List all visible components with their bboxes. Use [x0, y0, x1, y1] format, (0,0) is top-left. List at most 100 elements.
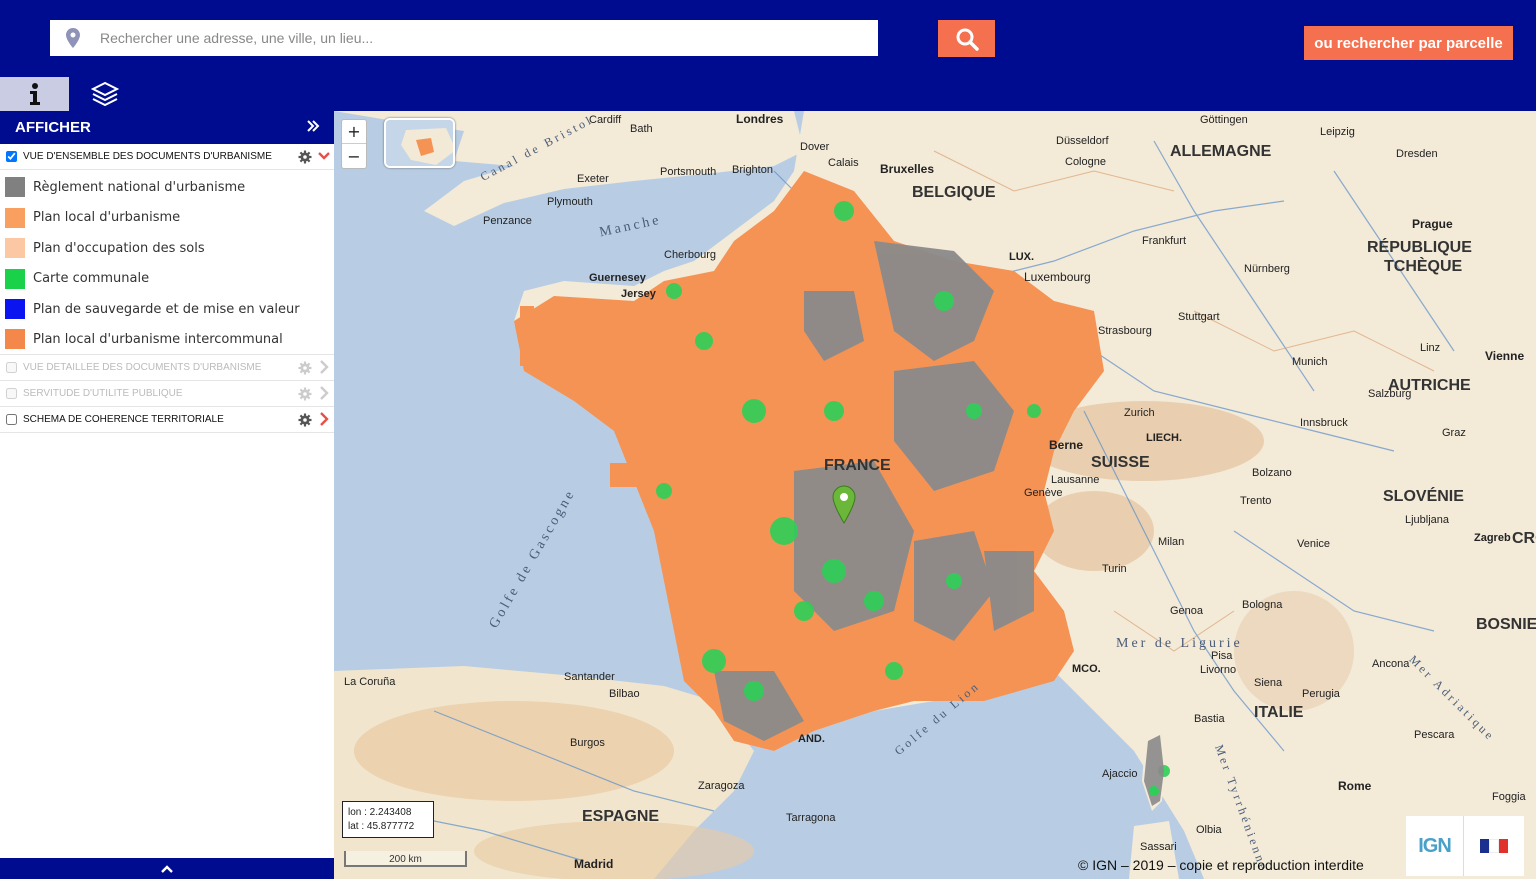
legend-label: Plan local d'urbanisme — [33, 210, 181, 226]
section-overview-checkbox[interactable] — [6, 151, 17, 162]
map-label: Lausanne — [1051, 474, 1100, 486]
coordinates-display: lon : 2.243408 lat : 45.877772 — [342, 801, 434, 838]
overview-map[interactable] — [384, 118, 455, 168]
map-label: MCO. — [1072, 663, 1101, 675]
map-label: LIECH. — [1146, 432, 1183, 444]
chevron-down-icon[interactable] — [318, 148, 330, 164]
map-label: Mer de Ligurie — [1116, 636, 1243, 651]
chevron-right-icon[interactable] — [318, 411, 330, 427]
double-chevron-right-icon[interactable] — [306, 117, 320, 138]
section-detailed-checkbox[interactable] — [6, 362, 17, 373]
map-label: RÉPUBLIQUE — [1367, 239, 1472, 256]
legend-swatch — [5, 329, 25, 350]
map-label: Foggia — [1492, 791, 1526, 803]
section-scot[interactable]: SCHEMA DE COHERENCE TERRITORIALE — [0, 407, 334, 433]
legend-swatch — [5, 238, 25, 259]
legend-item: Règlement national d'urbanisme — [0, 172, 334, 203]
sidebar-title: AFFICHER — [15, 119, 91, 136]
section-servitude[interactable]: SERVITUDE D'UTILITE PUBLIQUE — [0, 381, 334, 407]
legend-swatch — [5, 177, 25, 198]
zoom-out-button[interactable]: − — [342, 144, 366, 168]
search-icon — [956, 28, 979, 51]
map-label: Bath — [630, 123, 653, 135]
zoom-control[interactable]: + − — [341, 119, 367, 169]
map-label: Penzance — [483, 215, 532, 227]
map-label: TCHÈQUE — [1384, 258, 1463, 275]
gear-icon[interactable] — [298, 387, 312, 401]
latitude-readout: lat : 45.877772 — [348, 821, 415, 832]
ministry-logo — [1464, 816, 1524, 876]
map-label: Vienne — [1485, 349, 1525, 363]
map-label: Plymouth — [547, 196, 593, 208]
search-by-parcel-button[interactable]: ou rechercher par parcelle — [1304, 26, 1513, 60]
map-label: Zagreb — [1474, 532, 1511, 544]
legend-swatch — [5, 299, 25, 320]
chevron-right-icon[interactable] — [318, 359, 330, 375]
sidebar-collapse-bar[interactable] — [0, 858, 334, 879]
map-label: Ljubljana — [1405, 514, 1450, 526]
map-label: Madrid — [574, 857, 614, 871]
map-label: Linz — [1420, 342, 1441, 354]
map-label: Stuttgart — [1178, 311, 1220, 323]
legend-label: Plan d'occupation des sols — [33, 240, 205, 256]
search-box[interactable] — [50, 20, 878, 56]
gear-icon[interactable] — [298, 361, 312, 375]
tab-info[interactable] — [0, 77, 69, 111]
section-detailed[interactable]: VUE DETAILLEE DES DOCUMENTS D'URBANISME — [0, 355, 334, 381]
map-label: Exeter — [577, 173, 609, 185]
scale-bar: 200 km — [344, 851, 467, 867]
gear-icon[interactable] — [298, 413, 312, 427]
map-label: Burgos — [570, 737, 605, 749]
section-detailed-label: VUE DETAILLEE DES DOCUMENTS D'URBANISME — [23, 362, 262, 373]
map-label: ITALIE — [1254, 704, 1304, 721]
legend-item: Plan local d'urbanisme intercommunal — [0, 325, 334, 355]
chevron-right-icon[interactable] — [318, 385, 330, 401]
map-label: Berne — [1049, 438, 1084, 452]
map-label: Olbia — [1196, 824, 1222, 836]
map-label: Santander — [564, 671, 615, 683]
map-label: Siena — [1254, 677, 1283, 689]
map-label: Bastia — [1194, 713, 1225, 725]
map-label: La Coruña — [344, 676, 396, 688]
chevron-up-icon[interactable] — [160, 864, 174, 874]
map-label: Bruxelles — [880, 162, 935, 176]
layers-icon — [91, 81, 119, 107]
legend-item: Carte communale — [0, 264, 334, 295]
zoom-in-button[interactable]: + — [342, 120, 366, 144]
legend-item: Plan de sauvegarde et de mise en valeur — [0, 294, 334, 325]
map-label: Turin — [1102, 563, 1127, 575]
legend-swatch — [5, 268, 25, 289]
map-label: FRANCE — [824, 457, 891, 474]
search-button[interactable] — [938, 20, 995, 57]
tab-layers[interactable] — [80, 77, 130, 111]
legend-item: Plan local d'urbanisme — [0, 203, 334, 234]
map-label: Luxembourg — [1024, 270, 1091, 284]
map-label: Calais — [828, 157, 859, 169]
map-label: ESPAGNE — [582, 808, 660, 825]
map-label: Portsmouth — [660, 166, 717, 178]
map-view[interactable]: Cardiff Bath Londres Exeter Plymouth Pen… — [334, 111, 1536, 879]
section-servitude-checkbox[interactable] — [6, 388, 17, 399]
info-icon — [29, 83, 40, 105]
section-servitude-label: SERVITUDE D'UTILITE PUBLIQUE — [23, 388, 183, 399]
map-label: Cologne — [1065, 156, 1106, 168]
map-label: Dover — [800, 141, 830, 153]
map-label: Londres — [736, 112, 784, 126]
section-overview-label: VUE D'ENSEMBLE DES DOCUMENTS D'URBANISME — [23, 151, 272, 162]
map-label: Zurich — [1124, 407, 1155, 419]
location-marker-icon[interactable] — [832, 485, 856, 525]
map-label: BELGIQUE — [912, 184, 996, 201]
logos: IGN — [1406, 816, 1524, 876]
map-label: Brighton — [732, 164, 773, 176]
map-label: LUX. — [1009, 251, 1035, 263]
map-label: CRO — [1512, 530, 1536, 547]
section-overview[interactable]: VUE D'ENSEMBLE DES DOCUMENTS D'URBANISME — [0, 144, 334, 170]
search-input[interactable] — [100, 30, 840, 46]
gear-icon[interactable] — [298, 150, 312, 164]
map-label: Bologna — [1242, 599, 1283, 611]
map-label: Pescara — [1414, 729, 1455, 741]
map-label: Düsseldorf — [1056, 135, 1109, 147]
map-label: Genève — [1024, 487, 1063, 499]
section-scot-checkbox[interactable] — [6, 414, 17, 425]
map-label: Jersey — [621, 288, 656, 300]
